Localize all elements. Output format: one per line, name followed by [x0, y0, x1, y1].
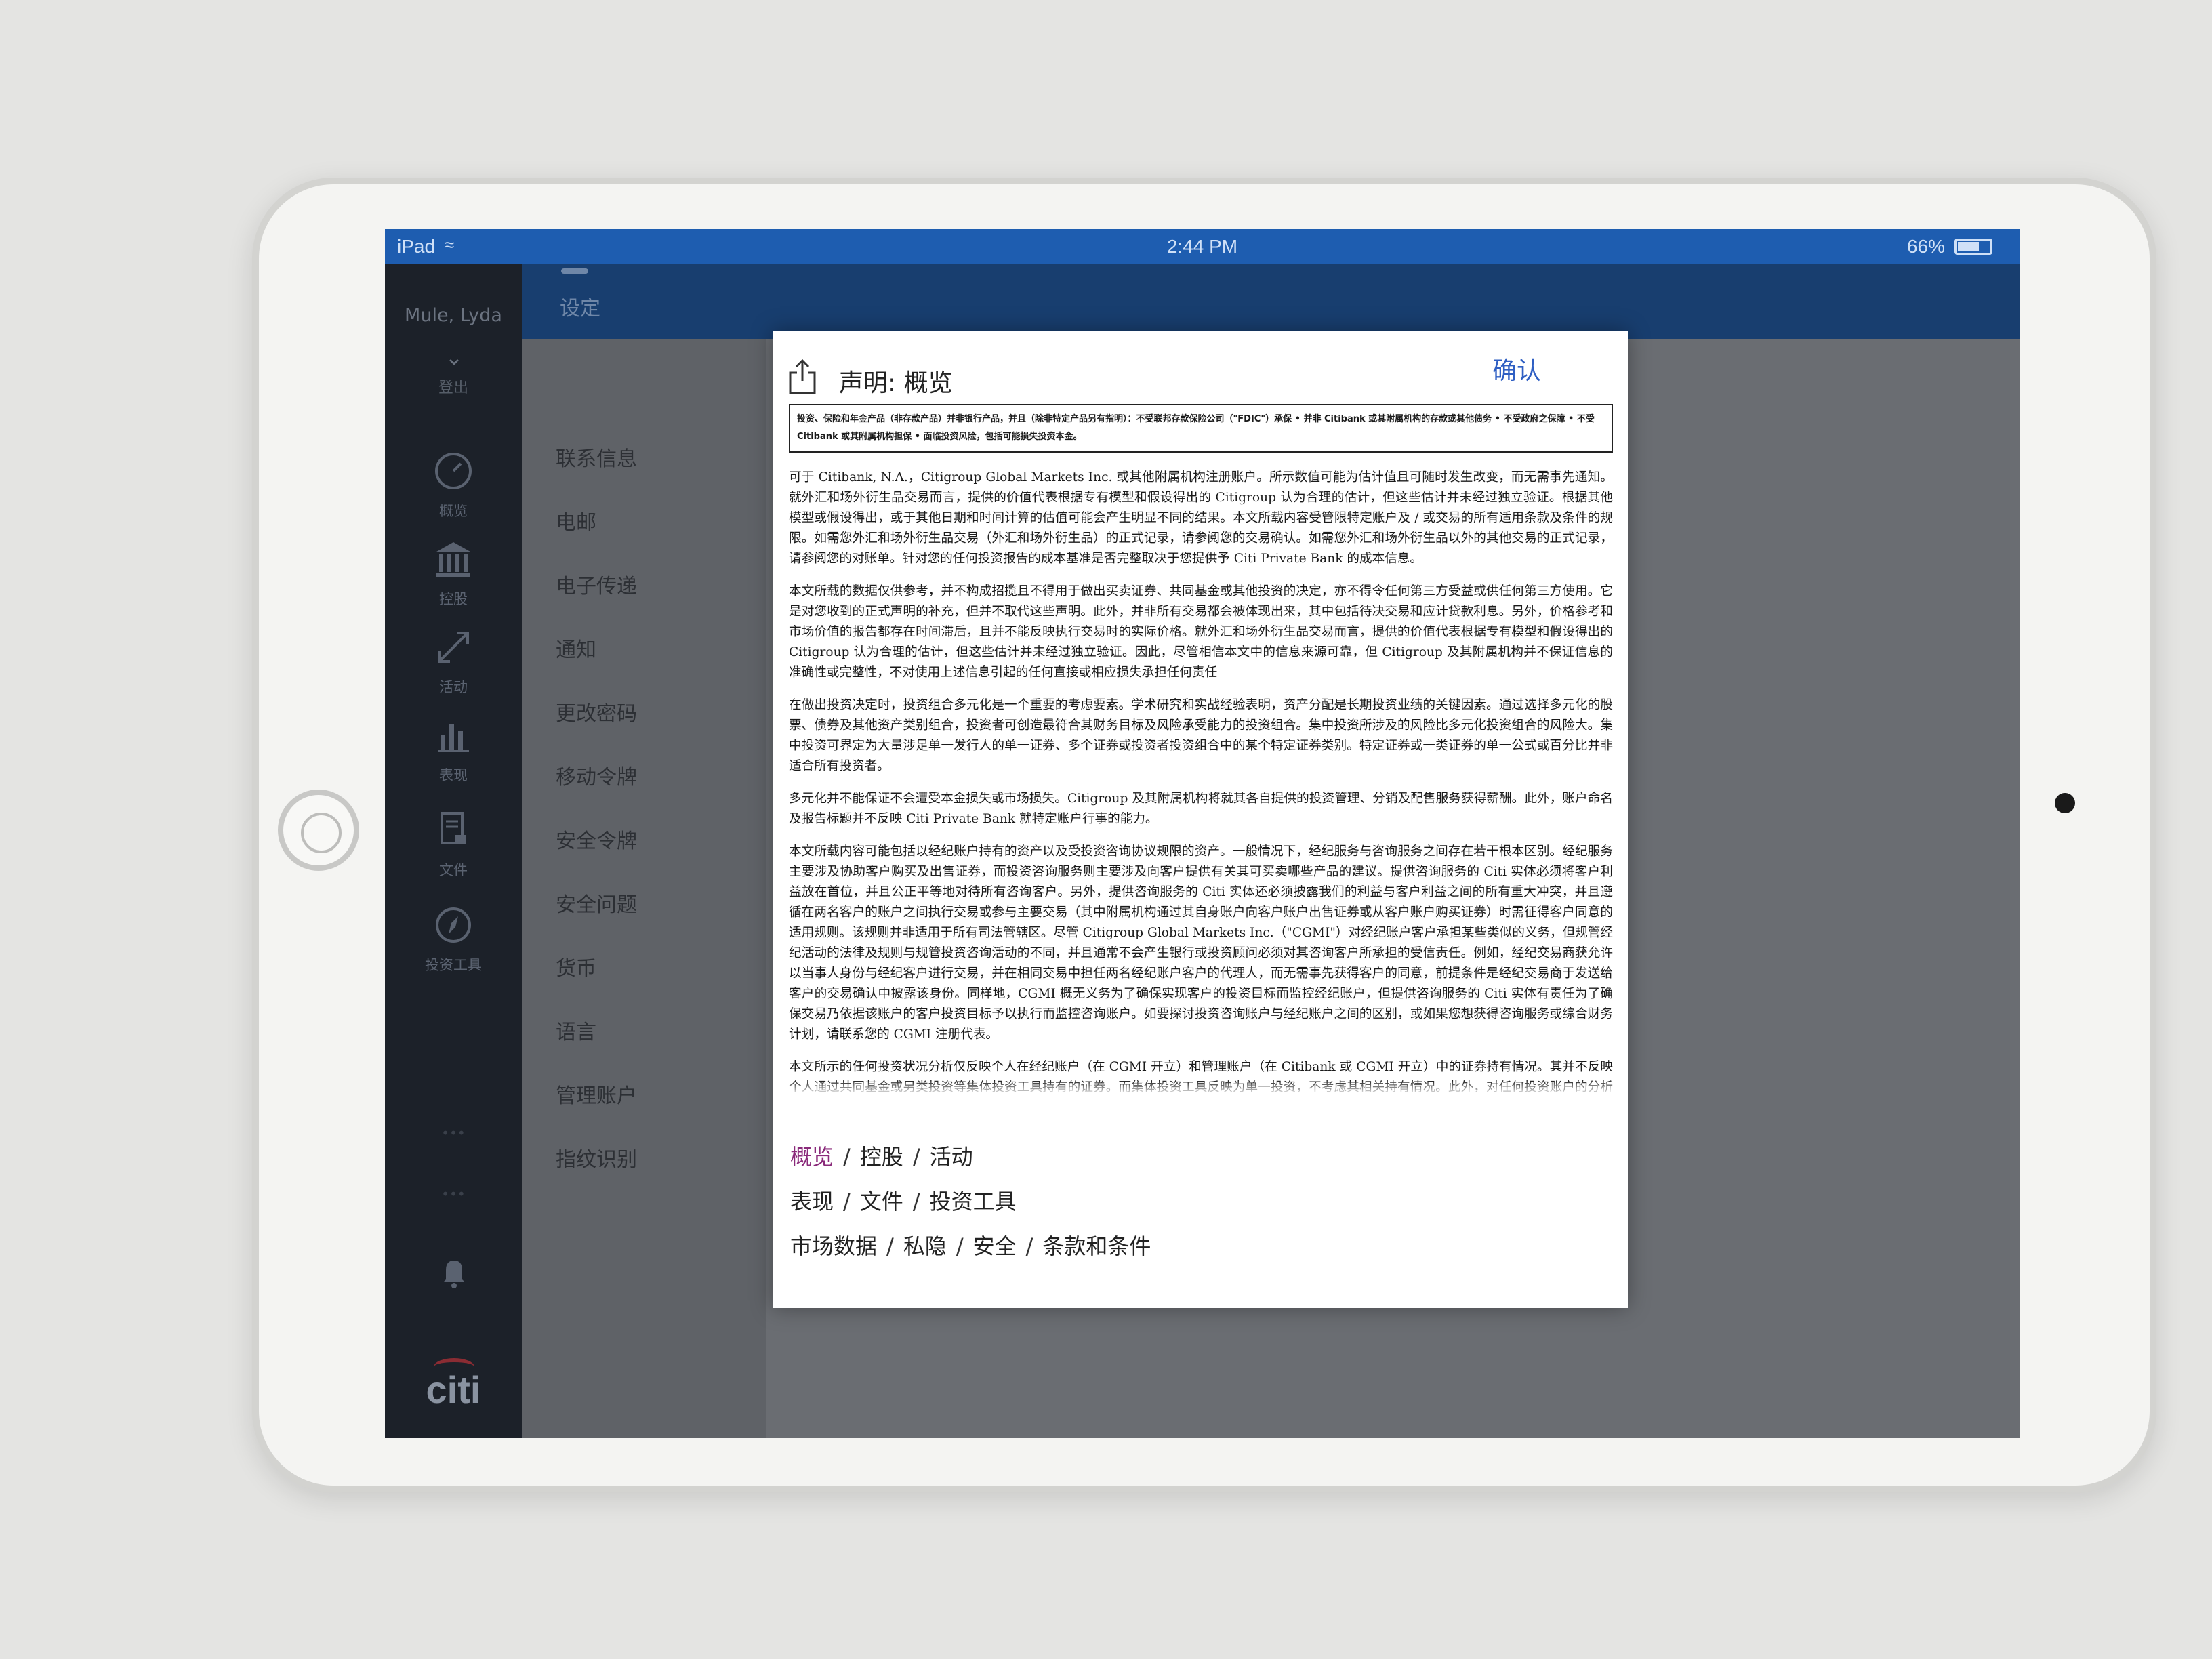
settings-item-email[interactable]: 电邮 [556, 506, 596, 535]
disclosure-document[interactable]: 投资、保险和年金产品（非存款产品）并非银行产品，并且（除非特定产品另有指明）：不… [781, 404, 1621, 1094]
bar-chart-icon [438, 724, 469, 752]
gauge-icon [435, 453, 472, 489]
doc-paragraph: 多元化并不能保证不会遭受本金损失或市场损失。Citigroup 及其附属机构将就… [789, 792, 1613, 826]
home-button[interactable] [278, 790, 359, 871]
sidebar-item-holdings[interactable]: 控股 [385, 535, 522, 609]
modal-header: 声明: 概览 确认 [773, 331, 1628, 405]
status-time: 2:44 PM [1166, 236, 1238, 257]
sidebar-dim-item: ••• [441, 1125, 466, 1141]
battery-icon [1954, 239, 1992, 255]
settings-item-manage-accounts[interactable]: 管理账户 [556, 1079, 637, 1109]
sidebar-item-label: 概览 [439, 503, 468, 519]
arrows-icon [438, 632, 469, 663]
settings-list: 联系信息 电邮 电子传递 通知 更改密码 移动令牌 安全令牌 安全问题 货币 语… [522, 339, 766, 1438]
sidebar-dim-item: ••• [441, 1186, 466, 1202]
user-name: Mule, Lyda [405, 305, 502, 326]
confirm-button[interactable]: 确认 [1492, 351, 1541, 386]
sidebar-item-label: 表现 [439, 767, 468, 783]
app-header: 设定 [385, 264, 2020, 339]
settings-item-mobile-token[interactable]: 移动令牌 [556, 760, 637, 790]
sidebar: Mule, Lyda ⌄ 登出 概览 控股 活动 表现 文件 投资工具 ••• … [385, 264, 522, 1438]
link-overview[interactable]: 概览 [790, 1144, 834, 1170]
sidebar-item-label: 投资工具 [425, 957, 482, 973]
sidebar-item-documents[interactable]: 文件 [385, 806, 522, 880]
link-performance[interactable]: 表现 [790, 1189, 834, 1214]
logout-link[interactable]: 登出 [385, 375, 522, 397]
status-bar: iPad ≈ 2:44 PM 66% [385, 229, 2020, 264]
bank-icon [436, 542, 470, 577]
battery-percent: 66% [1906, 236, 1945, 257]
compass-icon [436, 907, 471, 943]
link-terms[interactable]: 条款和条件 [1042, 1233, 1151, 1259]
links-row: 概览 / 控股 / 活动 [790, 1144, 973, 1170]
link-tools[interactable]: 投资工具 [930, 1189, 1017, 1214]
doc-paragraph: 本文所载的数据仅供参考，并不构成招揽且不得用于做出买卖证券、共同基金或其他投资的… [789, 584, 1613, 680]
sidebar-item-tools[interactable]: 投资工具 [385, 901, 522, 975]
bell-icon[interactable] [441, 1255, 468, 1289]
settings-item-fingerprint[interactable]: 指纹识别 [556, 1143, 637, 1172]
disclaimer-box: 投资、保险和年金产品（非存款产品）并非银行产品，并且（除非特定产品另有指明）：不… [789, 404, 1613, 453]
link-market-data[interactable]: 市场数据 [790, 1233, 877, 1259]
settings-item-security-questions[interactable]: 安全问题 [556, 888, 637, 918]
settings-item-change-password[interactable]: 更改密码 [556, 697, 637, 726]
disclosure-modal: 声明: 概览 确认 投资、保险和年金产品（非存款产品）并非银行产品，并且（除非特… [773, 331, 1628, 1308]
doc-paragraph: 本文所载内容可能包括以经纪账户持有的资产以及受投资咨询协议规限的资产。一般情况下… [789, 844, 1613, 1042]
links-row: 表现 / 文件 / 投资工具 [790, 1189, 1017, 1214]
sidebar-item-performance[interactable]: 表现 [385, 712, 522, 785]
link-documents[interactable]: 文件 [860, 1189, 903, 1214]
front-camera [2055, 793, 2075, 813]
links-row: 市场数据 / 私隐 / 安全 / 条款和条件 [790, 1233, 1151, 1259]
settings-item-language[interactable]: 语言 [556, 1015, 596, 1045]
doc-scroll-fade [773, 1080, 1628, 1095]
settings-item-notifications[interactable]: 通知 [556, 633, 596, 663]
sidebar-item-activity[interactable]: 活动 [385, 623, 522, 697]
doc-paragraph: 可于 Citibank, N.A.，Citigroup Global Marke… [789, 470, 1613, 566]
share-icon[interactable] [787, 358, 817, 394]
ipad-screen: iPad ≈ 2:44 PM 66% 设定 Mule, Lyda ⌄ 登出 概览 [385, 229, 2020, 1438]
settings-item-edelivery[interactable]: 电子传递 [556, 569, 637, 599]
sidebar-item-label: 活动 [439, 679, 468, 695]
sidebar-item-overview[interactable]: 概览 [385, 447, 522, 520]
sidebar-item-label: 控股 [439, 591, 468, 607]
settings-item-security-token[interactable]: 安全令牌 [556, 824, 637, 854]
menu-handle-icon [561, 268, 588, 274]
doc-paragraph: 在做出投资决定时，投资组合多元化是一个重要的考虑要素。学术研究和实战经验表明，资… [789, 698, 1613, 773]
link-activity[interactable]: 活动 [930, 1144, 973, 1170]
modal-title: 声明: 概览 [839, 369, 953, 397]
disclosure-links: 概览 / 控股 / 活动 表现 / 文件 / 投资工具 市场数据 / 私隐 / 安全 / 条款和条件 [790, 1134, 1151, 1269]
link-privacy[interactable]: 私隐 [903, 1233, 947, 1259]
link-holdings[interactable]: 控股 [860, 1144, 903, 1170]
citi-logo: citi [426, 1368, 481, 1411]
settings-item-currency[interactable]: 货币 [556, 951, 596, 981]
document-lock-icon [441, 812, 466, 844]
settings-item-contact[interactable]: 联系信息 [556, 442, 637, 472]
page-title: 设定 [560, 297, 600, 321]
sidebar-item-label: 文件 [439, 862, 468, 878]
link-security[interactable]: 安全 [973, 1233, 1017, 1259]
chevron-down-icon[interactable]: ⌄ [441, 344, 468, 370]
